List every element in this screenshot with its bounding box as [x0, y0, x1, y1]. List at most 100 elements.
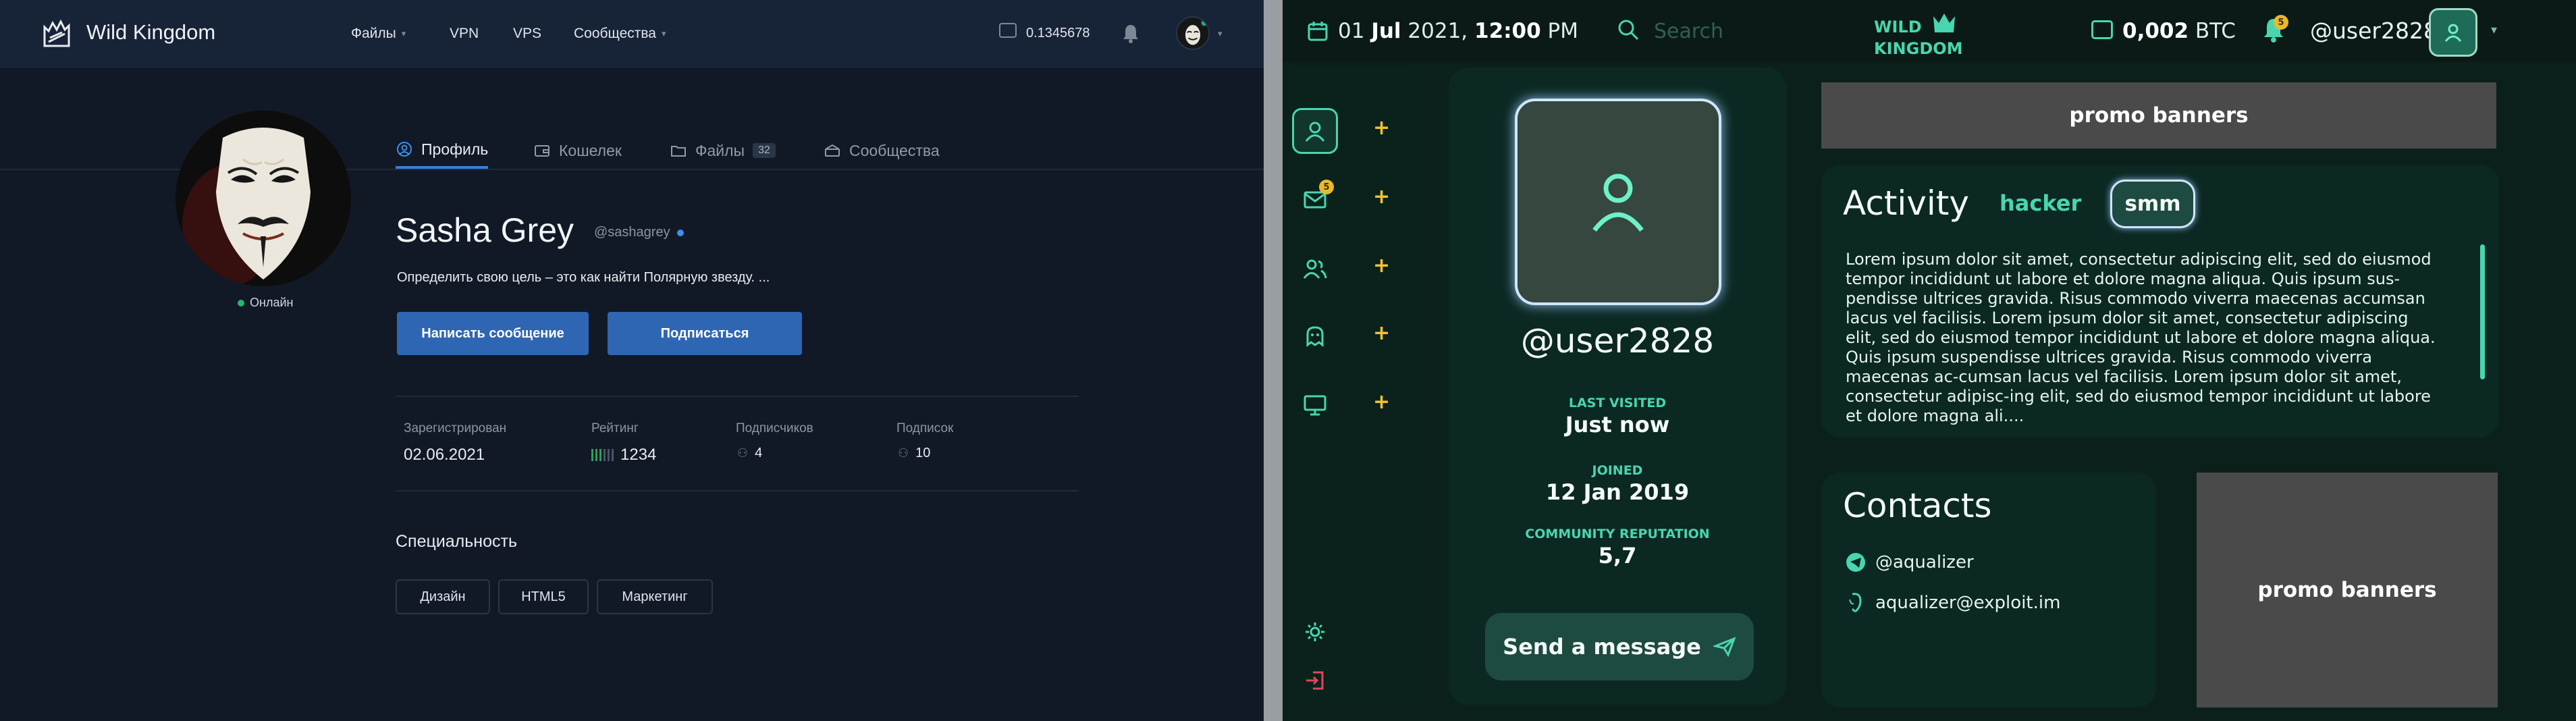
sidebar-item-users[interactable] — [1292, 246, 1338, 292]
promo-banner-side[interactable]: promo banners — [2197, 473, 2498, 707]
btc-value: 0,002 — [2122, 19, 2189, 43]
logout-button[interactable] — [1292, 658, 1338, 703]
followers-label: Подписчиков — [736, 421, 813, 435]
profile-avatar — [1515, 99, 1721, 305]
users-icon: ⚇ — [898, 446, 909, 460]
btc-unit: BTC — [2189, 19, 2236, 43]
tag-smm[interactable]: smm — [2110, 180, 2195, 228]
user-icon — [1592, 173, 1644, 232]
username[interactable]: @user2828 — [2310, 18, 2438, 44]
notifications-button[interactable]: 5 — [2261, 15, 2288, 43]
add-monitor-button[interactable]: + — [1373, 390, 1390, 414]
online-indicator — [1200, 19, 1208, 27]
card-username: @user2828 — [1520, 321, 1715, 360]
tag-hacker[interactable]: hacker — [2000, 190, 2081, 216]
telegram-handle: @aqualizer — [1875, 552, 1974, 572]
profile-bio: Определить свою цель – это как найти Пол… — [397, 270, 770, 285]
logout-icon — [1306, 671, 1324, 690]
user-icon — [397, 142, 412, 157]
brand-name[interactable]: Wild Kingdom — [86, 20, 215, 45]
reputation-label: COMMUNITY REPUTATION — [1525, 527, 1710, 541]
chip-design[interactable]: Дизайн — [396, 579, 490, 614]
divider — [396, 490, 1079, 491]
activity-title: Activity — [1843, 184, 1969, 223]
calendar-icon — [1308, 22, 1328, 41]
followers-value: ⚇ 4 — [737, 446, 762, 461]
nav-vps[interactable]: VPS — [513, 26, 541, 42]
notification-count-badge: 5 — [2274, 15, 2288, 30]
sidebar-item-ghost[interactable] — [1292, 313, 1338, 359]
send-message-button[interactable]: Send a message — [1485, 613, 1754, 680]
nav-files-label: Файлы — [351, 26, 396, 41]
user-avatar[interactable] — [1176, 16, 1210, 50]
add-mail-button[interactable]: + — [1373, 185, 1390, 209]
sidebar-item-monitor[interactable] — [1292, 382, 1338, 428]
chevron-down-icon: ▾ — [662, 28, 666, 38]
profile-handle: @sashagrey — [594, 225, 684, 240]
contact-telegram[interactable]: @aqualizer — [1846, 552, 1974, 572]
registered-date: 02.06.2021 — [404, 446, 485, 464]
tab-wallet[interactable]: Кошелек — [533, 132, 622, 169]
verified-icon — [676, 229, 684, 236]
tab-profile-label: Профиль — [421, 140, 489, 158]
tab-wallet-label: Кошелек — [559, 141, 622, 159]
chevron-down-icon[interactable]: ▾ — [1218, 28, 1223, 39]
chip-html5[interactable]: HTML5 — [498, 579, 589, 614]
nav-files[interactable]: Файлы ▾ — [351, 26, 406, 42]
registered-label: Зарегистрирован — [404, 421, 507, 435]
jabber-address: aqualizer@exploit.im — [1875, 593, 2061, 613]
users-icon: ⚇ — [737, 446, 749, 460]
sidebar-item-mail[interactable]: 5 — [1292, 177, 1338, 223]
divider — [396, 396, 1079, 397]
nav-communities[interactable]: Сообщества ▾ — [574, 26, 666, 42]
add-user-button[interactable]: + — [1373, 254, 1390, 277]
bell-icon[interactable] — [1122, 23, 1139, 43]
user-avatar[interactable] — [2429, 8, 2477, 57]
btc-balance: 0,002 BTC — [2122, 19, 2236, 43]
mail-count-badge: 5 — [1319, 180, 1334, 194]
settings-button[interactable] — [1292, 609, 1338, 655]
monitor-icon — [1304, 395, 1326, 416]
wallet-icon[interactable] — [2091, 20, 2113, 39]
wallet-icon[interactable] — [999, 23, 1017, 38]
activity-scrollbar[interactable] — [2480, 244, 2485, 379]
registered-value: 02.06.2021 — [404, 446, 485, 464]
add-profile-button[interactable]: + — [1373, 116, 1390, 140]
date-ampm: PM — [1540, 19, 1578, 43]
wild-kingdom-logo-icon[interactable] — [42, 18, 73, 49]
search-icon[interactable] — [1616, 18, 1640, 42]
nav-vps-label: VPS — [513, 26, 542, 41]
nav-vpn-label: VPN — [450, 26, 479, 41]
search-input[interactable] — [1654, 18, 1802, 45]
promo-banner-top[interactable]: promo banners — [1821, 82, 2496, 149]
handle-text: @sashagrey — [594, 225, 670, 240]
profile-avatar — [176, 111, 351, 286]
send-message-button[interactable]: Написать сообщение — [397, 312, 589, 355]
joined-label: JOINED — [1592, 463, 1643, 478]
date-day: 01 — [1338, 19, 1372, 43]
add-ghost-button[interactable]: + — [1373, 321, 1390, 345]
sidebar-item-profile-icon[interactable] — [1292, 108, 1338, 154]
nav-vpn[interactable]: VPN — [450, 26, 479, 42]
tab-files[interactable]: Файлы 32 — [670, 132, 776, 169]
tab-profile[interactable]: Профиль — [396, 132, 489, 169]
files-count-badge: 32 — [753, 143, 776, 158]
tab-communities[interactable]: Сообщества — [824, 132, 940, 169]
nav-communities-label: Сообщества — [574, 26, 656, 41]
subscriptions-number: 10 — [915, 446, 931, 460]
date-year: 2021, — [1401, 19, 1475, 43]
contact-jabber[interactable]: aqualizer@exploit.im — [1846, 591, 2060, 614]
chevron-down-icon[interactable]: ▾ — [2491, 23, 2497, 37]
gear-icon — [1306, 622, 1324, 641]
top-navbar: 01 Jul 2021, 12:00 PM WILD KINGDOM 0,002… — [1283, 0, 2576, 62]
wallet-icon — [535, 145, 549, 157]
last-visited-label: LAST VISITED — [1568, 396, 1667, 410]
tab-files-label: Файлы — [695, 141, 745, 159]
send-message-label: Send a message — [1503, 634, 1701, 660]
wild-kingdom-logo-icon[interactable]: WILD KINGDOM — [1866, 7, 1981, 61]
last-visited-value: Just now — [1565, 412, 1670, 437]
rating-label: Рейтинг — [591, 421, 639, 435]
guy-fawkes-mask-image — [176, 111, 351, 286]
subscribe-button[interactable]: Подписаться — [608, 312, 802, 355]
chip-marketing[interactable]: Маркетинг — [597, 579, 713, 614]
